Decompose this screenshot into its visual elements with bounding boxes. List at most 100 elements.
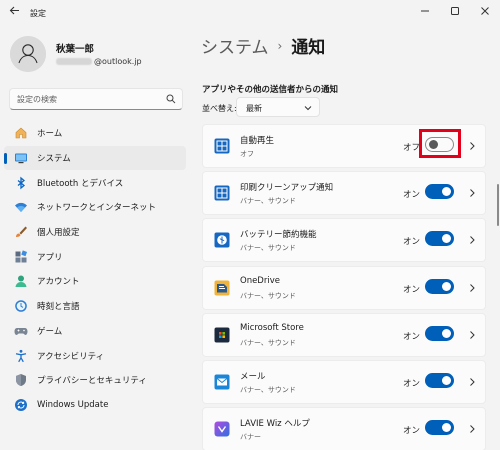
close-button[interactable] [470, 0, 500, 22]
chevron-right-icon[interactable] [468, 188, 476, 198]
app-name: バッテリー節約機能 [240, 230, 317, 241]
email-redacted [56, 58, 92, 65]
microsoft-store-icon [214, 327, 230, 343]
back-button[interactable] [6, 5, 22, 21]
minimize-button[interactable] [410, 0, 440, 22]
sidebar-item-accessibility[interactable]: アクセシビリティ [4, 343, 186, 368]
sort-dropdown[interactable]: 最新 [236, 97, 320, 117]
app-name: Microsoft Store [240, 322, 304, 333]
sidebar-item-label: 個人用設定 [37, 228, 80, 239]
app-notification-summary: バナー、サウンド [240, 291, 296, 300]
sidebar-item-windows-update[interactable]: Windows Update [4, 393, 186, 418]
sidebar-item-privacy[interactable]: プライバシーとセキュリティ [4, 368, 186, 393]
maximize-icon [451, 7, 459, 15]
sidebar-item-label: 時刻と言語 [37, 302, 80, 313]
sidebar-item-bluetooth[interactable]: Bluetooth とデバイス [4, 170, 186, 195]
app-notification-list: 自動再生 オフ オフ 印刷クリーンアップ通知 バナー、サウンド オン バッテリー… [202, 124, 486, 450]
sidebar-item-gaming[interactable]: ゲーム [4, 319, 186, 344]
toggle-knob [442, 281, 451, 291]
app-notification-summary: バナー、サウンド [240, 244, 296, 253]
app-row-battery-saver[interactable]: バッテリー節約機能 バナー、サウンド オン [202, 218, 486, 263]
sidebar-item-time-language[interactable]: 時刻と言語 [4, 294, 186, 319]
chevron-right-icon[interactable] [468, 377, 476, 387]
notification-toggle[interactable] [425, 420, 454, 436]
sidebar-item-label: Bluetooth とデバイス [37, 178, 124, 189]
notification-toggle[interactable] [425, 231, 454, 247]
profile-email-suffix: @outlook.jp [94, 57, 142, 66]
app-name: LAVIE Wiz ヘルプ [240, 419, 310, 430]
app-notification-summary: バナー、サウンド [240, 338, 296, 347]
sort-value: 最新 [246, 104, 262, 113]
app-row-microsoft-store[interactable]: Microsoft Store バナー、サウンド オン [202, 312, 486, 357]
toggle-knob [442, 423, 451, 433]
sidebar-item-label: システム [37, 154, 71, 165]
profile-email: @outlook.jp [56, 57, 142, 66]
app-row-autoplay[interactable]: 自動再生 オフ オフ [202, 124, 486, 168]
maximize-button[interactable] [440, 0, 470, 22]
autoplay-icon [214, 138, 230, 154]
chevron-right-icon[interactable] [468, 330, 476, 340]
app-row-onedrive[interactable]: OneDrive バナー、サウンド オン [202, 265, 486, 310]
system-icon [14, 151, 28, 165]
app-row-mail[interactable]: メール バナー、サウンド オン [202, 359, 486, 404]
sidebar-item-network[interactable]: ネットワークとインターネット [4, 195, 186, 220]
window-controls [410, 0, 500, 22]
app-row-print-cleanup[interactable]: 印刷クリーンアップ通知 バナー、サウンド オン [202, 171, 486, 216]
search-input[interactable] [10, 89, 160, 109]
scrollbar-thumb[interactable] [497, 184, 499, 226]
breadcrumb-parent[interactable]: システム [201, 33, 269, 58]
toggle-knob [442, 234, 451, 244]
page-title: 通知 [291, 38, 326, 58]
time-language-icon [14, 299, 28, 313]
notification-toggle[interactable] [425, 184, 454, 200]
chevron-right-icon[interactable] [468, 235, 476, 245]
app-notification-summary: バナー、サウンド [240, 385, 296, 394]
sidebar-item-personalization[interactable]: 個人用設定 [4, 220, 186, 245]
bluetooth-icon [14, 176, 28, 190]
personalization-icon [14, 225, 28, 239]
app-name: 自動再生 [240, 136, 275, 146]
notification-toggle[interactable] [425, 278, 454, 294]
sidebar: 秋葉一郎 @outlook.jp ホーム システム Bluetooth とデバイ… [0, 26, 192, 450]
sidebar-item-label: アクセシビリティ [37, 351, 105, 362]
toggle-state-label: オン [403, 237, 421, 248]
sidebar-item-accounts[interactable]: アカウント [4, 269, 186, 294]
sidebar-item-system[interactable]: システム [4, 145, 186, 171]
sidebar-item-label: ホーム [37, 129, 63, 140]
chevron-right-icon[interactable] [468, 424, 476, 434]
close-icon [481, 7, 489, 15]
breadcrumb-separator: › [277, 38, 283, 53]
notification-toggle[interactable] [425, 325, 454, 341]
windows-update-icon [14, 398, 28, 412]
toggle-state-label: オン [403, 378, 421, 389]
back-arrow-icon [9, 6, 19, 15]
search-box [9, 88, 183, 110]
user-avatar-icon [10, 36, 46, 72]
highlight-annotation [419, 129, 461, 158]
settings-window: 設定 秋葉一郎 @outlook.jp 設定の検索 ホーム システム Bluet… [0, 0, 500, 450]
accounts-icon [14, 274, 28, 288]
toggle-state-label: オン [403, 190, 421, 201]
app-row-lavie-wiz[interactable]: LAVIE Wiz ヘルプ バナー オン [202, 407, 486, 450]
home-icon [14, 126, 28, 140]
toggle-state-label: オン [403, 331, 421, 342]
profile-name: 秋葉一郎 [56, 44, 95, 55]
section-title: アプリやその他の送信者からの通知 [202, 85, 339, 95]
gaming-icon [14, 324, 28, 338]
user-profile[interactable]: 秋葉一郎 @outlook.jp [10, 36, 190, 76]
chevron-right-icon[interactable] [468, 283, 476, 293]
sidebar-item-home[interactable]: ホーム [4, 121, 186, 146]
accessibility-icon [14, 349, 28, 363]
app-notification-summary: バナー、サウンド [240, 197, 296, 206]
mail-icon [214, 374, 230, 390]
app-name: OneDrive [240, 275, 280, 286]
toggle-state-label: オン [403, 284, 421, 295]
toggle-state-label: オフ [403, 143, 421, 153]
chevron-right-icon[interactable] [468, 141, 476, 151]
sidebar-item-label: プライバシーとセキュリティ [37, 376, 147, 387]
notification-toggle[interactable] [425, 372, 454, 388]
main-content: システム › 通知 アプリやその他の送信者からの通知 並べ替え: 最新 自動再生… [192, 26, 500, 450]
sidebar-item-apps[interactable]: アプリ [4, 244, 186, 269]
sidebar-item-label: ネットワークとインターネット [37, 203, 157, 214]
search-icon[interactable] [166, 94, 176, 104]
